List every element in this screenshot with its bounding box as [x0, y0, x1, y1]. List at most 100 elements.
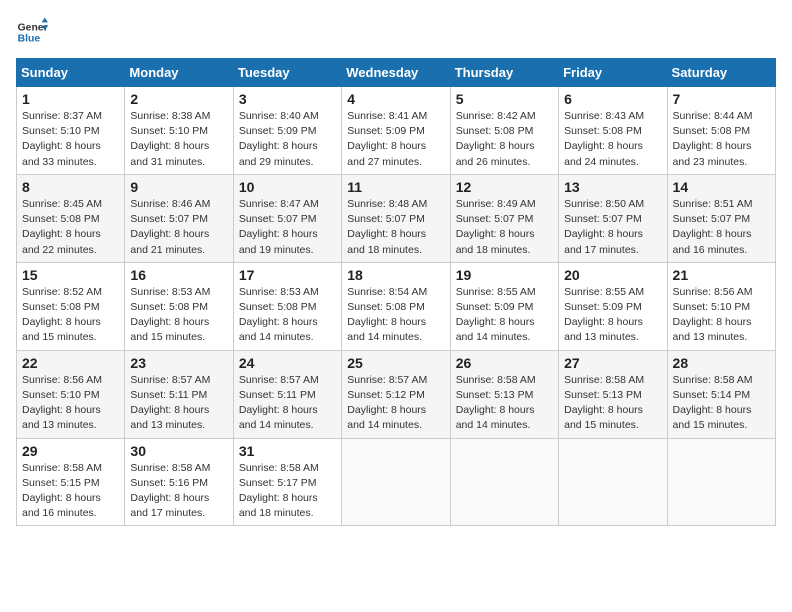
day-cell: 11 Sunrise: 8:48 AMSunset: 5:07 PMDaylig…: [342, 174, 450, 262]
day-detail: Sunrise: 8:43 AMSunset: 5:08 PMDaylight:…: [564, 110, 644, 168]
day-cell: 24 Sunrise: 8:57 AMSunset: 5:11 PMDaylig…: [233, 350, 341, 438]
day-number: 14: [673, 179, 770, 195]
day-number: 4: [347, 91, 444, 107]
day-detail: Sunrise: 8:42 AMSunset: 5:08 PMDaylight:…: [456, 110, 536, 168]
day-detail: Sunrise: 8:45 AMSunset: 5:08 PMDaylight:…: [22, 198, 102, 256]
week-row-4: 22 Sunrise: 8:56 AMSunset: 5:10 PMDaylig…: [17, 350, 776, 438]
header: General Blue: [16, 16, 776, 48]
day-cell: 13 Sunrise: 8:50 AMSunset: 5:07 PMDaylig…: [559, 174, 667, 262]
day-cell: 12 Sunrise: 8:49 AMSunset: 5:07 PMDaylig…: [450, 174, 558, 262]
day-cell: 3 Sunrise: 8:40 AMSunset: 5:09 PMDayligh…: [233, 87, 341, 175]
day-cell: 10 Sunrise: 8:47 AMSunset: 5:07 PMDaylig…: [233, 174, 341, 262]
logo-icon: General Blue: [16, 16, 48, 48]
day-number: 19: [456, 267, 553, 283]
day-detail: Sunrise: 8:53 AMSunset: 5:08 PMDaylight:…: [130, 286, 210, 344]
day-cell: 16 Sunrise: 8:53 AMSunset: 5:08 PMDaylig…: [125, 262, 233, 350]
weekday-header-row: SundayMondayTuesdayWednesdayThursdayFrid…: [17, 59, 776, 87]
day-cell: 7 Sunrise: 8:44 AMSunset: 5:08 PMDayligh…: [667, 87, 775, 175]
day-cell: 27 Sunrise: 8:58 AMSunset: 5:13 PMDaylig…: [559, 350, 667, 438]
day-number: 20: [564, 267, 661, 283]
logo: General Blue: [16, 16, 48, 48]
day-cell: 2 Sunrise: 8:38 AMSunset: 5:10 PMDayligh…: [125, 87, 233, 175]
day-number: 18: [347, 267, 444, 283]
day-number: 2: [130, 91, 227, 107]
day-number: 3: [239, 91, 336, 107]
day-detail: Sunrise: 8:56 AMSunset: 5:10 PMDaylight:…: [22, 374, 102, 432]
day-number: 1: [22, 91, 119, 107]
day-cell: 25 Sunrise: 8:57 AMSunset: 5:12 PMDaylig…: [342, 350, 450, 438]
day-number: 8: [22, 179, 119, 195]
day-number: 11: [347, 179, 444, 195]
day-detail: Sunrise: 8:50 AMSunset: 5:07 PMDaylight:…: [564, 198, 644, 256]
day-number: 27: [564, 355, 661, 371]
day-detail: Sunrise: 8:55 AMSunset: 5:09 PMDaylight:…: [456, 286, 536, 344]
day-cell: [559, 438, 667, 526]
day-cell: 31 Sunrise: 8:58 AMSunset: 5:17 PMDaylig…: [233, 438, 341, 526]
day-detail: Sunrise: 8:52 AMSunset: 5:08 PMDaylight:…: [22, 286, 102, 344]
day-cell: [342, 438, 450, 526]
day-detail: Sunrise: 8:58 AMSunset: 5:13 PMDaylight:…: [456, 374, 536, 432]
calendar-table: SundayMondayTuesdayWednesdayThursdayFrid…: [16, 58, 776, 526]
day-detail: Sunrise: 8:44 AMSunset: 5:08 PMDaylight:…: [673, 110, 753, 168]
day-detail: Sunrise: 8:55 AMSunset: 5:09 PMDaylight:…: [564, 286, 644, 344]
day-number: 25: [347, 355, 444, 371]
day-cell: 22 Sunrise: 8:56 AMSunset: 5:10 PMDaylig…: [17, 350, 125, 438]
day-cell: 21 Sunrise: 8:56 AMSunset: 5:10 PMDaylig…: [667, 262, 775, 350]
svg-text:Blue: Blue: [18, 34, 41, 45]
day-detail: Sunrise: 8:58 AMSunset: 5:13 PMDaylight:…: [564, 374, 644, 432]
week-row-3: 15 Sunrise: 8:52 AMSunset: 5:08 PMDaylig…: [17, 262, 776, 350]
day-detail: Sunrise: 8:38 AMSunset: 5:10 PMDaylight:…: [130, 110, 210, 168]
day-cell: 28 Sunrise: 8:58 AMSunset: 5:14 PMDaylig…: [667, 350, 775, 438]
day-cell: 4 Sunrise: 8:41 AMSunset: 5:09 PMDayligh…: [342, 87, 450, 175]
day-detail: Sunrise: 8:56 AMSunset: 5:10 PMDaylight:…: [673, 286, 753, 344]
day-detail: Sunrise: 8:51 AMSunset: 5:07 PMDaylight:…: [673, 198, 753, 256]
day-detail: Sunrise: 8:40 AMSunset: 5:09 PMDaylight:…: [239, 110, 319, 168]
day-number: 15: [22, 267, 119, 283]
day-number: 16: [130, 267, 227, 283]
day-number: 9: [130, 179, 227, 195]
day-detail: Sunrise: 8:58 AMSunset: 5:17 PMDaylight:…: [239, 462, 319, 520]
day-detail: Sunrise: 8:54 AMSunset: 5:08 PMDaylight:…: [347, 286, 427, 344]
weekday-header-saturday: Saturday: [667, 59, 775, 87]
day-cell: 30 Sunrise: 8:58 AMSunset: 5:16 PMDaylig…: [125, 438, 233, 526]
day-cell: 19 Sunrise: 8:55 AMSunset: 5:09 PMDaylig…: [450, 262, 558, 350]
day-cell: 8 Sunrise: 8:45 AMSunset: 5:08 PMDayligh…: [17, 174, 125, 262]
weekday-header-wednesday: Wednesday: [342, 59, 450, 87]
day-detail: Sunrise: 8:58 AMSunset: 5:16 PMDaylight:…: [130, 462, 210, 520]
day-detail: Sunrise: 8:58 AMSunset: 5:14 PMDaylight:…: [673, 374, 753, 432]
day-number: 23: [130, 355, 227, 371]
page-container: General Blue SundayMondayTuesdayWednesda…: [16, 16, 776, 526]
day-number: 6: [564, 91, 661, 107]
day-number: 5: [456, 91, 553, 107]
day-cell: 9 Sunrise: 8:46 AMSunset: 5:07 PMDayligh…: [125, 174, 233, 262]
weekday-header-monday: Monday: [125, 59, 233, 87]
week-row-2: 8 Sunrise: 8:45 AMSunset: 5:08 PMDayligh…: [17, 174, 776, 262]
day-detail: Sunrise: 8:41 AMSunset: 5:09 PMDaylight:…: [347, 110, 427, 168]
day-detail: Sunrise: 8:53 AMSunset: 5:08 PMDaylight:…: [239, 286, 319, 344]
day-number: 13: [564, 179, 661, 195]
week-row-1: 1 Sunrise: 8:37 AMSunset: 5:10 PMDayligh…: [17, 87, 776, 175]
day-number: 12: [456, 179, 553, 195]
day-cell: 6 Sunrise: 8:43 AMSunset: 5:08 PMDayligh…: [559, 87, 667, 175]
weekday-header-friday: Friday: [559, 59, 667, 87]
day-detail: Sunrise: 8:57 AMSunset: 5:12 PMDaylight:…: [347, 374, 427, 432]
day-number: 21: [673, 267, 770, 283]
day-cell: 20 Sunrise: 8:55 AMSunset: 5:09 PMDaylig…: [559, 262, 667, 350]
day-number: 10: [239, 179, 336, 195]
day-cell: 15 Sunrise: 8:52 AMSunset: 5:08 PMDaylig…: [17, 262, 125, 350]
day-cell: 5 Sunrise: 8:42 AMSunset: 5:08 PMDayligh…: [450, 87, 558, 175]
day-cell: 29 Sunrise: 8:58 AMSunset: 5:15 PMDaylig…: [17, 438, 125, 526]
day-number: 17: [239, 267, 336, 283]
day-cell: 23 Sunrise: 8:57 AMSunset: 5:11 PMDaylig…: [125, 350, 233, 438]
day-cell: 14 Sunrise: 8:51 AMSunset: 5:07 PMDaylig…: [667, 174, 775, 262]
week-row-5: 29 Sunrise: 8:58 AMSunset: 5:15 PMDaylig…: [17, 438, 776, 526]
day-number: 29: [22, 443, 119, 459]
day-cell: 1 Sunrise: 8:37 AMSunset: 5:10 PMDayligh…: [17, 87, 125, 175]
day-cell: 17 Sunrise: 8:53 AMSunset: 5:08 PMDaylig…: [233, 262, 341, 350]
day-detail: Sunrise: 8:57 AMSunset: 5:11 PMDaylight:…: [130, 374, 210, 432]
day-detail: Sunrise: 8:49 AMSunset: 5:07 PMDaylight:…: [456, 198, 536, 256]
day-number: 28: [673, 355, 770, 371]
weekday-header-thursday: Thursday: [450, 59, 558, 87]
day-cell: [450, 438, 558, 526]
day-number: 22: [22, 355, 119, 371]
